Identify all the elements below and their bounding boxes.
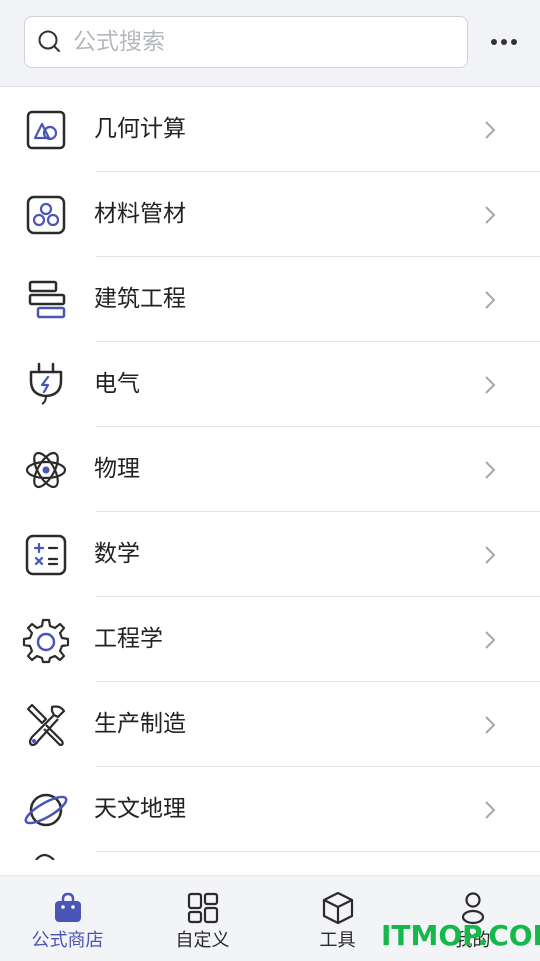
category-item-manufacturing[interactable]: 生产制造 [0,682,540,767]
tab-label: 公式商店 [31,930,104,951]
category-item-construction[interactable]: 建筑工程 [0,257,540,342]
partial-item-icon [35,853,55,860]
tab-label: 自定义 [175,930,230,951]
chevron-right-icon [485,546,496,564]
category-item-partial[interactable] [0,852,540,875]
category-label: 数学 [94,541,140,567]
chevron-right-icon [485,376,496,394]
category-item-astronomy-geography[interactable]: 天文地理 [0,767,540,852]
atom-icon [25,451,67,489]
category-item-physics[interactable]: 物理 [0,427,540,512]
category-item-math[interactable]: 数学 [0,512,540,597]
category-item-materials[interactable]: 材料管材 [0,172,540,257]
watermark: ITMOP.COM [381,919,540,952]
more-button[interactable] [486,30,522,54]
category-label: 天文地理 [94,796,186,822]
chevron-right-icon [485,716,496,734]
category-item-geometry[interactable]: 几何计算 [0,87,540,172]
shopping-bag-icon [54,892,81,922]
category-label: 建筑工程 [94,286,186,312]
chevron-right-icon [485,801,496,819]
chevron-right-icon [485,121,496,139]
electric-plug-icon [29,362,63,405]
category-label: 工程学 [94,626,163,652]
chevron-right-icon [485,206,496,224]
category-label: 生产制造 [94,711,186,737]
geometry-shapes-icon [26,110,66,150]
chevron-right-icon [485,291,496,309]
grid-icon [187,892,218,924]
category-label: 电气 [94,371,140,397]
category-label: 几何计算 [94,116,186,142]
search-icon [38,30,60,52]
chevron-right-icon [485,631,496,649]
calculator-icon [25,534,67,576]
cube-icon [322,891,353,925]
category-label: 材料管材 [94,201,186,227]
tools-icon [26,703,66,747]
materials-pipes-icon [26,195,66,235]
construction-blocks-icon [28,280,66,319]
top-bar [0,0,540,87]
tab-formula-store[interactable]: 公式商店 [0,876,135,961]
more-dots-icon [491,39,517,45]
category-item-engineering[interactable]: 工程学 [0,597,540,682]
gear-icon [22,618,70,664]
search-box[interactable] [24,16,468,68]
category-label: 物理 [94,456,140,482]
search-input[interactable] [71,28,435,56]
category-list: 几何计算 材料管材 建筑工程 电气 物理 数学 工程学 生产制造 天文地理 [0,87,540,875]
chevron-right-icon [485,461,496,479]
tab-custom[interactable]: 自定义 [135,876,270,961]
category-item-electric[interactable]: 电气 [0,342,540,427]
planet-icon [24,793,68,827]
